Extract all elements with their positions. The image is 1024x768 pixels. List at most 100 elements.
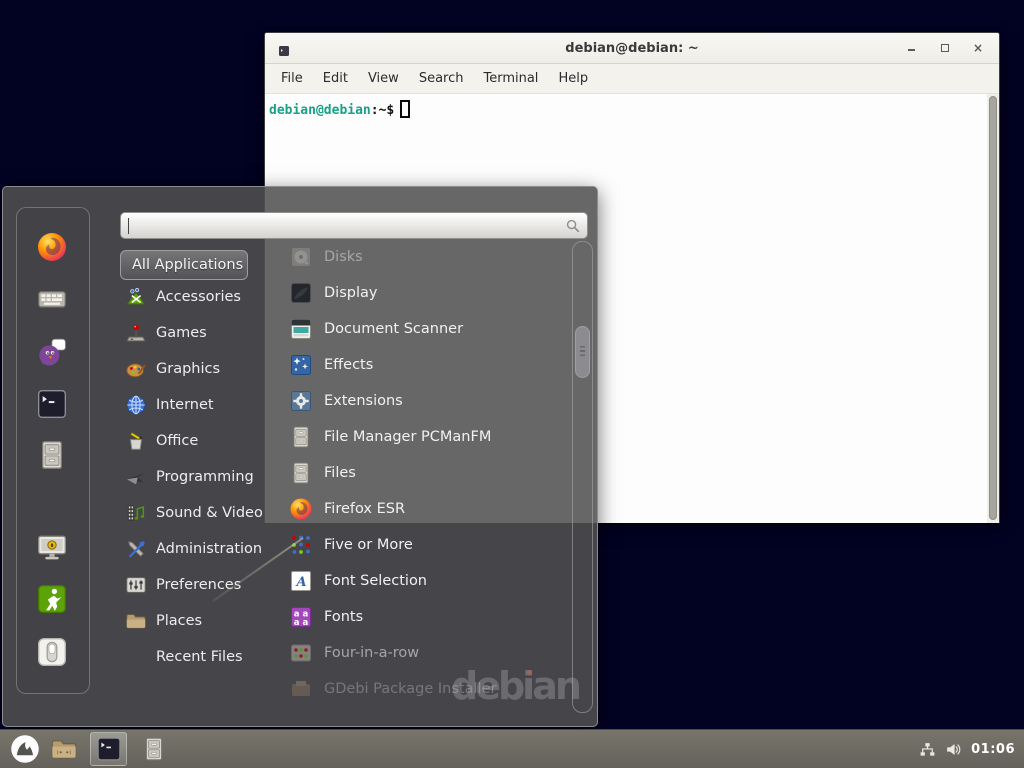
menu-scrollbar[interactable] [572,241,593,713]
category-list: AccessoriesGamesGraphicsInternetOfficePr… [120,279,280,675]
app-label: Display [324,285,377,301]
menu-scrollbar-thumb[interactable] [575,326,590,378]
office-icon [125,430,147,452]
shutdown-icon [36,636,68,668]
favorite-firefox-button[interactable] [36,231,68,263]
category-item-places[interactable]: Places [120,603,280,639]
favorite-keyboard-button[interactable] [36,283,68,315]
category-item-accessories[interactable]: Accessories [120,279,280,315]
menu-logo-icon [10,734,40,764]
app-item-extensions[interactable]: Extensions [289,383,569,419]
taskbar-launcher-files[interactable] [137,732,171,766]
terminal-scrollbar[interactable] [987,94,999,523]
taskbar-launcher-terminal[interactable] [90,732,127,766]
app-label: Extensions [324,393,403,409]
all-applications-button[interactable]: All Applications [120,250,248,280]
internet-icon [125,394,147,416]
category-item-sound-video[interactable]: Sound & Video [120,495,280,531]
app-label: Four-in-a-row [324,645,419,661]
terminal-icon [36,388,68,420]
volume-icon[interactable] [945,741,962,758]
font-selection-icon: A [289,569,313,593]
network-icon[interactable] [919,741,936,758]
terminal-cursor [400,100,410,118]
category-item-graphics[interactable]: Graphics [120,351,280,387]
app-item-effects[interactable]: Effects [289,347,569,383]
gdebi-icon [289,677,313,701]
effects-icon [289,353,313,377]
svg-text:a a: a a [294,618,309,628]
app-item-display[interactable]: Display [289,275,569,311]
lock-screen-icon [36,531,68,563]
app-item-fonts[interactable]: a aa a Fonts [289,599,569,635]
minimize-button[interactable] [907,43,917,53]
document-scanner-icon [289,317,313,341]
taskbar: 01:06 [0,729,1024,768]
maximize-button[interactable] [940,43,950,53]
search-input[interactable] [120,212,588,239]
app-label: Document Scanner [324,321,463,337]
favorite-terminal-button[interactable] [36,388,68,420]
app-label: GDebi Package Installer [324,681,496,697]
fonts-icon: a aa a [289,605,313,629]
category-label: Recent Files [156,649,243,665]
taskbar-clock: 01:06 [971,742,1015,757]
category-label: Games [156,325,207,341]
extensions-icon [289,389,313,413]
category-item-administration[interactable]: Administration [120,531,280,567]
category-item-preferences[interactable]: Preferences [120,567,280,603]
app-label: Disks [324,249,363,265]
category-item-office[interactable]: Office [120,423,280,459]
prompt-suffix: :~$ [371,103,394,118]
menubar-item-search[interactable]: Search [409,71,474,86]
menubar-item-view[interactable]: View [358,71,409,86]
games-icon [125,322,147,344]
favorite-files-button[interactable] [36,439,68,471]
close-button[interactable]: × [973,43,983,53]
favorite-shutdown-button[interactable] [36,636,68,668]
terminal-scrollbar-thumb[interactable] [989,96,997,520]
app-item-five-or-more[interactable]: Five or More [289,527,569,563]
taskbar-launcher-file-manager[interactable] [47,732,81,766]
menubar-item-file[interactable]: File [271,71,313,86]
display-icon [289,281,313,305]
category-item-recent-files[interactable]: Recent Files [120,639,280,675]
app-label: Fonts [324,609,363,625]
category-label: Sound & Video [156,505,263,521]
app-item-firefox-esr[interactable]: Firefox ESR [289,491,569,527]
file-cabinet-icon [36,439,68,471]
sound-video-icon [125,502,147,524]
menubar-item-terminal[interactable]: Terminal [473,71,548,86]
menubar-item-edit[interactable]: Edit [313,71,358,86]
category-label: Accessories [156,289,241,305]
category-item-games[interactable]: Games [120,315,280,351]
app-item-four-in-a-row[interactable]: Four-in-a-row [289,635,569,671]
firefox-icon [289,497,313,521]
app-item-document-scanner[interactable]: Document Scanner [289,311,569,347]
text-caret [128,218,129,234]
firefox-icon [36,231,68,263]
taskbar-launcher-menu[interactable] [8,732,42,766]
category-label: Places [156,613,202,629]
app-item-gdebi-package-installer[interactable]: GDebi Package Installer [289,671,569,707]
file-cabinet-icon [289,425,313,449]
menubar-item-help[interactable]: Help [548,71,598,86]
application-menu: debian All Applications AccessoriesGames… [2,186,598,727]
system-tray: 01:06 [919,741,1024,758]
app-label: Files [324,465,356,481]
svg-text:A: A [294,575,306,590]
favorite-pidgin-button[interactable] [36,336,68,368]
app-item-font-selection[interactable]: AFont Selection [289,563,569,599]
terminal-title: debian@debian: ~ [565,41,698,56]
app-item-files[interactable]: Files [289,455,569,491]
file-cabinet-icon [141,736,167,762]
terminal-titlebar[interactable]: debian@debian: ~ × [265,33,999,64]
app-item-file-manager-pcmanfm[interactable]: File Manager PCManFM [289,419,569,455]
category-item-programming[interactable]: Programming [120,459,280,495]
favorites-panel [16,207,90,694]
app-item-disks[interactable]: Disks [289,239,569,275]
category-item-internet[interactable]: Internet [120,387,280,423]
favorite-lock-screen-button[interactable] [36,531,68,563]
favorite-logout-button[interactable] [36,583,68,615]
terminal-menubar: FileEditViewSearchTerminalHelp [265,64,999,94]
